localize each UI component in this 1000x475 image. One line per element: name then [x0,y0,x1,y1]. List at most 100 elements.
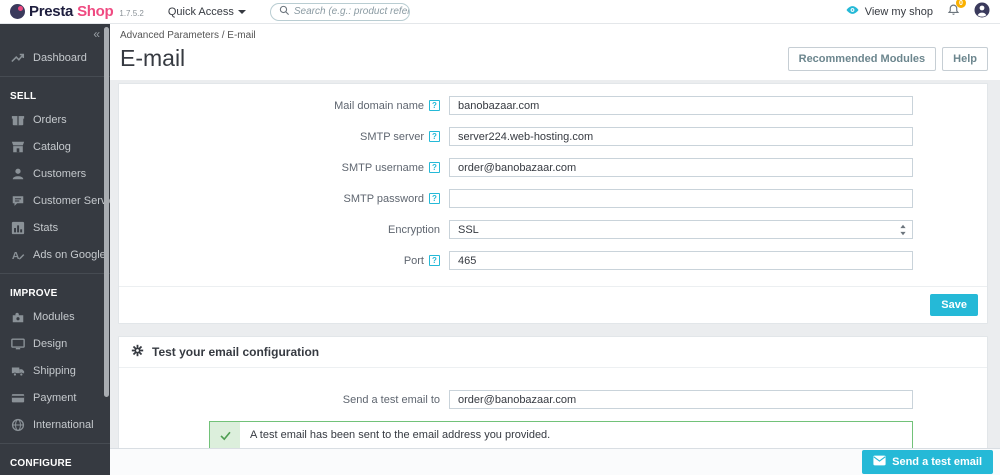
main-content: Advanced Parameters / E-mail E-mail Reco… [110,24,1000,475]
help-icon[interactable]: ? [429,255,440,266]
person-icon [10,166,25,181]
sidebar-item-design[interactable]: Design [0,330,110,357]
encryption-select[interactable]: SSL [449,220,913,239]
notification-badge: 0 [956,0,966,8]
test-email-label: Send a test email to [342,393,440,406]
search-icon [279,5,290,19]
check-icon [210,422,240,448]
monitor-icon [10,336,25,351]
help-icon[interactable]: ? [429,193,440,204]
prestashop-admin: PrestaShop 1.7.5.2 Quick Access View my … [0,0,1000,475]
smtp-password-input[interactable] [449,189,913,208]
envelope-icon [873,455,886,469]
brand-shop: Shop [77,3,114,20]
view-my-shop-link[interactable]: View my shop [845,4,933,19]
sidebar-item-stats[interactable]: Stats [0,214,110,241]
success-message: A test email has been sent to the email … [250,429,551,441]
encryption-label: Encryption [388,223,440,236]
sidebar-item-customer-service[interactable]: Customer Service [0,187,110,214]
success-alert: A test email has been sent to the email … [209,421,913,449]
sidebar-item-modules[interactable]: Modules [0,303,110,330]
gear-icon [131,344,144,360]
help-button[interactable]: Help [942,46,988,71]
recommended-modules-button[interactable]: Recommended Modules [787,46,937,71]
divider [0,273,110,274]
section-title-sell: SELL [10,91,37,102]
section-title-improve: IMPROVE [10,288,58,299]
sidebar-item-payment[interactable]: Payment [0,384,110,411]
form-row-encryption: Encryption SSL [119,220,987,239]
smtp-username-label: SMTP username [341,161,424,174]
test-email-input[interactable] [449,390,913,409]
help-icon[interactable]: ? [429,162,440,173]
breadcrumb: Advanced Parameters / E-mail [120,30,988,41]
dashboard-icon [10,50,25,65]
sidebar: « Dashboard SELL Orders Catalog Customer… [0,24,110,475]
sidebar-item-international[interactable]: International [0,411,110,438]
sidebar-item-ads-on-google[interactable]: A Ads on Google [0,241,110,268]
avatar-icon [974,2,990,18]
search-input[interactable] [293,6,409,17]
form-row-smtp-password: SMTP password ? [119,189,987,208]
sidebar-item-catalog[interactable]: Catalog [0,133,110,160]
test-panel-header: Test your email configuration [119,337,987,368]
panel-footer: Save [119,286,987,323]
form-row-test-email: Send a test email to [119,390,987,409]
prestashop-logo: Presta Shop 1.7.5.2 [10,3,144,20]
divider [0,76,110,77]
breadcrumb-separator: / [221,30,225,41]
quick-access-menu[interactable]: Quick Access [168,6,246,18]
chat-icon [10,193,25,208]
sidebar-item-orders[interactable]: Orders [0,106,110,133]
topbar: PrestaShop 1.7.5.2 Quick Access View my … [0,0,1000,24]
profile-button[interactable] [974,2,990,21]
sidebar-item-shipping[interactable]: Shipping [0,357,110,384]
encryption-selected-value: SSL [458,223,479,236]
form-row-port: Port ? [119,251,987,270]
globe-icon [10,417,25,432]
sidebar-item-customers[interactable]: Customers [0,160,110,187]
smtp-server-input[interactable] [449,127,913,146]
page-title: E-mail [120,45,186,71]
version-label: 1.7.5.2 [119,9,144,18]
collapse-sidebar-button[interactable]: « [93,27,100,41]
email-settings-panel: Mail domain name ? SMTP server ? [118,83,988,324]
ads-pencil-icon: A [10,247,25,262]
divider [0,443,110,444]
smtp-server-label: SMTP server [360,130,424,143]
global-search[interactable] [269,2,410,21]
notifications-button[interactable]: 0 [947,0,966,20]
topbar-right: View my shop 0 [845,0,990,21]
credit-card-icon [10,390,25,405]
gift-icon [10,112,25,127]
truck-icon [10,363,25,378]
port-label: Port [403,254,424,267]
puzzle-icon [10,309,25,324]
svg-text:A: A [11,249,19,261]
help-icon[interactable]: ? [429,131,440,142]
send-test-email-button[interactable]: Send a test email [862,450,993,474]
section-title-configure: CONFIGURE [10,458,72,469]
eye-icon [845,4,860,19]
help-icon[interactable]: ? [429,100,440,111]
prestashop-logo-icon [10,4,25,19]
sidebar-scrollbar[interactable] [104,27,109,397]
content-area: Mail domain name ? SMTP server ? [110,80,1000,468]
smtp-password-label: SMTP password [343,192,425,205]
breadcrumb-section[interactable]: Advanced Parameters [120,30,219,41]
brand-presta: Presta [29,3,74,20]
smtp-username-input[interactable] [449,158,913,177]
form-row-mail-domain: Mail domain name ? [119,96,987,115]
store-icon [10,139,25,154]
mail-domain-label: Mail domain name [334,99,424,112]
form-row-smtp-username: SMTP username ? [119,158,987,177]
form-row-smtp-server: SMTP server ? [119,127,987,146]
select-updown-icon [899,224,907,239]
port-input[interactable] [449,251,913,270]
chevron-down-icon [237,9,246,14]
save-button[interactable]: Save [930,294,978,316]
test-panel-title: Test your email configuration [152,345,320,359]
breadcrumb-current: E-mail [227,30,256,41]
mail-domain-input[interactable] [449,96,913,115]
sidebar-item-dashboard[interactable]: Dashboard [0,44,110,71]
